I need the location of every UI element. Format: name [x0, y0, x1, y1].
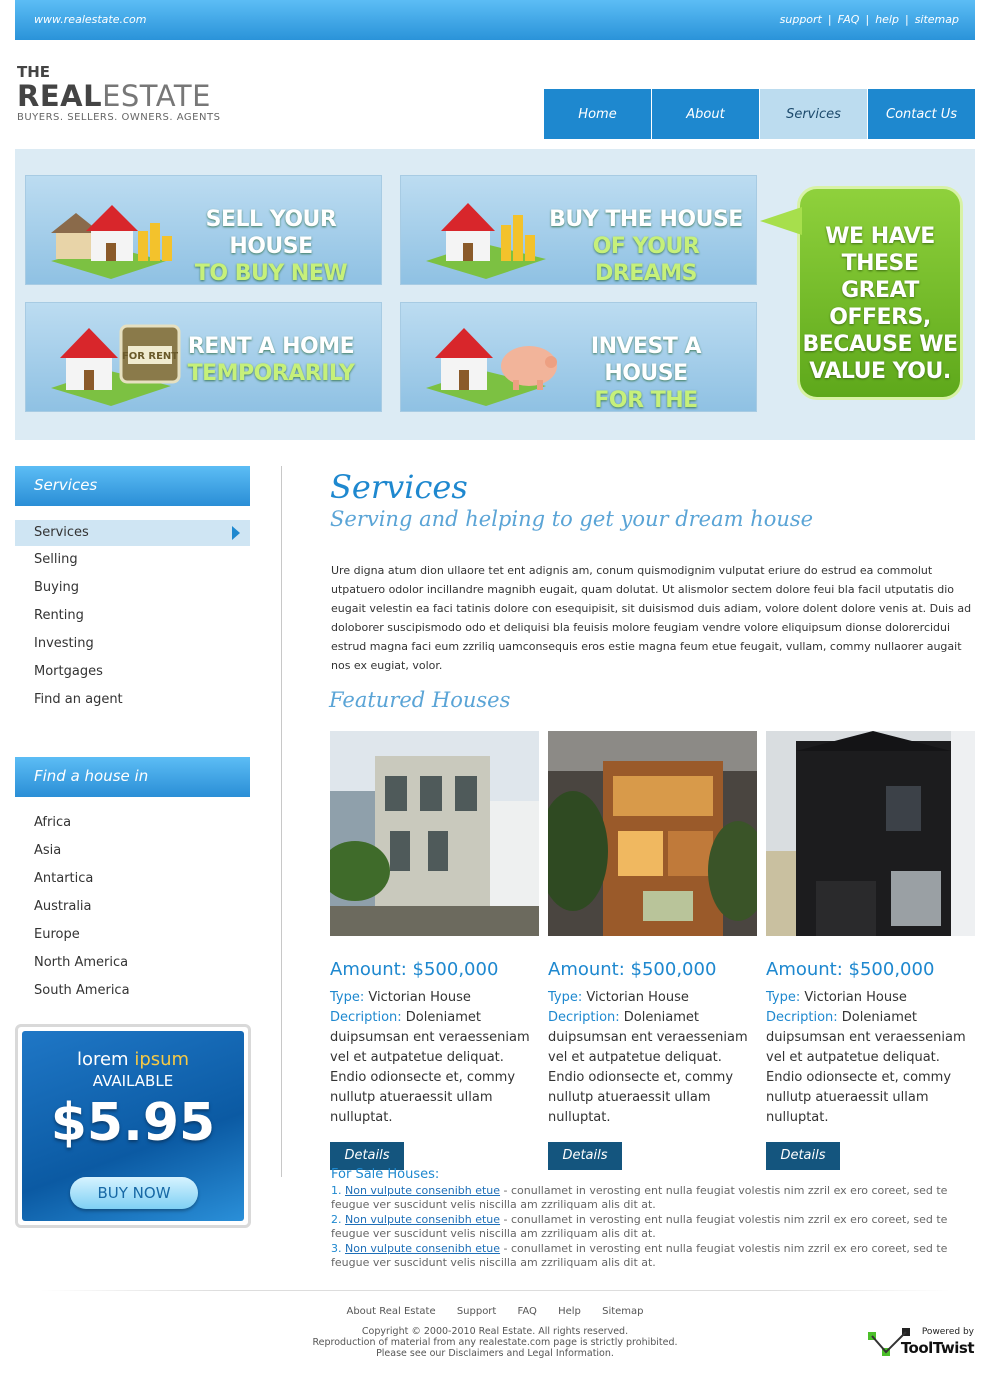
offers-speech-bubble: WE HAVE THESE GREAT OFFERS, BECAUSE WE V… [760, 186, 963, 400]
arrow-right-icon [232, 526, 240, 540]
ad-headline: lorem ipsum [76, 1049, 190, 1070]
region-menu: Africa Asia Antartica Australia Europe N… [15, 809, 250, 1005]
site-logo[interactable]: THE REALESTATE BUYERS. SELLERS. OWNERS. … [17, 63, 220, 123]
page-subtitle: Serving and helping to get your dream ho… [330, 507, 814, 531]
house-card: Amount: $500,000 Type: Victorian House D… [320, 731, 540, 1170]
for-sale-link[interactable]: Non vulpute consenibh etue [345, 1213, 500, 1226]
bubble-tail [760, 207, 802, 235]
sidebar-item-renting[interactable]: Renting [15, 602, 250, 630]
sidebar-item-find-agent[interactable]: Find an agent [15, 686, 250, 714]
region-antartica[interactable]: Antartica [15, 865, 250, 893]
sidebar-item-services[interactable]: Services [15, 520, 250, 546]
promo-buy[interactable]: BUY THE HOUSE OF YOUR DREAMS [400, 175, 757, 285]
footer-divider [40, 1290, 950, 1291]
house-photo-victorian [320, 731, 539, 936]
page-title: Services [330, 468, 468, 506]
promo-sell[interactable]: SELL YOUR HOUSETO BUY NEW ONE [25, 175, 382, 285]
list-item: 1. Non vulpute consenibh etue - conullam… [331, 1183, 948, 1212]
region-australia[interactable]: Australia [15, 893, 250, 921]
footer-link-about[interactable]: About Real Estate [346, 1306, 435, 1317]
intro-paragraph: Ure digna atum dion ullaore tet ent adig… [331, 564, 972, 672]
main-nav: Home About Services Contact Us [544, 89, 975, 139]
footer-link-help[interactable]: Help [558, 1306, 581, 1317]
nav-about[interactable]: About [652, 89, 760, 139]
svg-text:FOR RENT: FOR RENT [122, 351, 178, 362]
hero-banner: SELL YOUR HOUSETO BUY NEW ONE BUY THE HO… [15, 149, 975, 440]
promo-invest[interactable]: INVEST A HOUSEFOR THE FUTURE [400, 302, 757, 412]
house-amount: Amount: $500,000 [766, 959, 935, 980]
promo-invest-text: INVEST A HOUSEFOR THE FUTURE [590, 334, 702, 412]
sidebar-item-investing[interactable]: Investing [15, 630, 250, 658]
ad-available: AVAILABLE [92, 1072, 174, 1090]
region-south-america[interactable]: South America [15, 977, 250, 1005]
list-item: 3. Non vulpute consenibh etue - conullam… [331, 1241, 948, 1270]
price-ad-panel: lorem ipsum AVAILABLE $5.95 BUY NOW [22, 1031, 244, 1221]
services-menu-title: Services [15, 466, 250, 506]
for-sale-link[interactable]: Non vulpute consenibh etue [345, 1242, 500, 1255]
featured-houses-title: Featured Houses [329, 688, 511, 712]
powered-by-label: Powered by [921, 1327, 974, 1337]
sitemap-link[interactable]: sitemap [915, 13, 959, 26]
for-sale-title: For Sale Houses: [331, 1167, 440, 1182]
offers-bubble-text: WE HAVE THESE GREAT OFFERS, BECAUSE WE V… [802, 224, 958, 384]
sidebar-item-mortgages[interactable]: Mortgages [15, 658, 250, 686]
column-divider [281, 466, 282, 1177]
nav-home[interactable]: Home [544, 89, 652, 139]
support-link[interactable]: support [780, 13, 822, 26]
list-item: 2. Non vulpute consenibh etue - conullam… [331, 1212, 948, 1241]
house-photo-modern [538, 731, 768, 936]
details-button[interactable]: Details [330, 1142, 404, 1170]
find-house-title: Find a house in [15, 757, 250, 797]
logo-wordmark: REALESTATE [17, 79, 211, 113]
promo-rent[interactable]: FOR RENT RENT A HOME TEMPORARILY [25, 302, 382, 412]
region-africa[interactable]: Africa [15, 809, 250, 837]
copyright: Copyright © 2000-2010 Real Estate. All r… [312, 1326, 678, 1359]
powered-by-badge[interactable]: Powered by ToolTwist [866, 1326, 976, 1360]
nav-services[interactable]: Services [760, 89, 868, 139]
region-europe[interactable]: Europe [15, 921, 250, 949]
footer-link-sitemap[interactable]: Sitemap [602, 1306, 643, 1317]
region-asia[interactable]: Asia [15, 837, 250, 865]
house-photo-black [766, 731, 975, 936]
buy-now-button[interactable]: BUY NOW [70, 1177, 198, 1209]
promo-buy-text: BUY THE HOUSE OF YOUR DREAMS [549, 207, 743, 285]
house-description: Type: Victorian House Decription: Doleni… [548, 990, 748, 1125]
faq-link[interactable]: FAQ [838, 13, 860, 26]
price-ad: lorem ipsum AVAILABLE $5.95 BUY NOW [15, 1024, 251, 1228]
house-card: Amount: $500,000 Type: Victorian House D… [766, 731, 976, 1170]
house-amount: Amount: $500,000 [548, 959, 717, 980]
tooltwist-brand: ToolTwist [900, 1339, 975, 1357]
for-sale-link[interactable]: Non vulpute consenibh etue [345, 1184, 500, 1197]
sidebar-item-buying[interactable]: Buying [15, 574, 250, 602]
house-card: Amount: $500,000 Type: Victorian House D… [538, 731, 768, 1170]
details-button[interactable]: Details [766, 1142, 840, 1170]
footer-nav: About Real Estate Support FAQ Help Sitem… [0, 1306, 990, 1317]
house-amount: Amount: $500,000 [330, 959, 499, 980]
promo-rent-text: RENT A HOME TEMPORARILY [187, 334, 355, 386]
house-description: Type: Victorian House Decription: Doleni… [766, 990, 966, 1125]
for-sale-list: For Sale Houses: 1. Non vulpute consenib… [331, 1167, 976, 1271]
utility-links: support | FAQ | help | sitemap [779, 13, 959, 26]
help-link[interactable]: help [875, 13, 899, 26]
promo-sell-text: SELL YOUR HOUSETO BUY NEW ONE [194, 207, 348, 285]
house-description: Type: Victorian House Decription: Doleni… [330, 990, 530, 1125]
details-button[interactable]: Details [548, 1142, 622, 1170]
footer-link-faq[interactable]: FAQ [518, 1306, 537, 1317]
sidebar-item-selling[interactable]: Selling [15, 546, 250, 574]
region-north-america[interactable]: North America [15, 949, 250, 977]
site-url[interactable]: www.realestate.com [34, 13, 147, 26]
services-menu: Services Selling Buying Renting Investin… [15, 520, 250, 714]
footer-link-support[interactable]: Support [457, 1306, 497, 1317]
ad-price: $5.95 [50, 1093, 216, 1153]
top-bar: www.realestate.com support | FAQ | help | site… [15, 0, 975, 40]
logo-tagline: BUYERS. SELLERS. OWNERS. AGENTS [17, 112, 221, 123]
nav-contact-us[interactable]: Contact Us [868, 89, 975, 139]
